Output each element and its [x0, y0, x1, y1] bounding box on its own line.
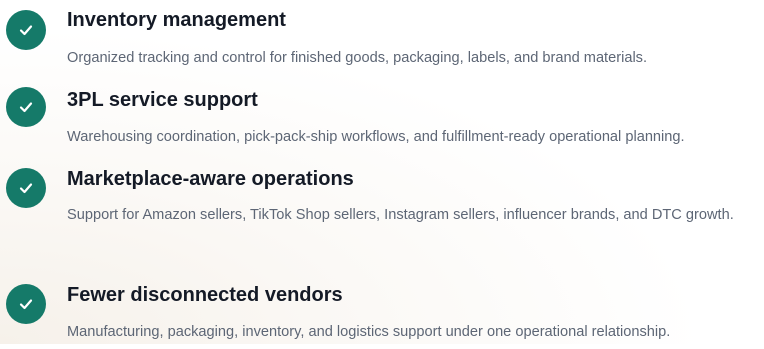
check-icon	[6, 87, 46, 127]
feature-list: Inventory management Organized tracking …	[0, 0, 764, 344]
feature-title: Marketplace-aware operations	[67, 168, 354, 190]
check-icon	[6, 284, 46, 324]
feature-description: Warehousing coordination, pick-pack-ship…	[67, 129, 685, 145]
feature-description: Organized tracking and control for finis…	[67, 50, 648, 66]
check-icon	[6, 168, 46, 208]
feature-title: 3PL service support	[67, 89, 258, 111]
feature-description: Support for Amazon sellers, TikTok Shop …	[67, 207, 734, 223]
feature-title: Fewer disconnected vendors	[67, 284, 343, 306]
check-icon	[6, 10, 46, 50]
feature-title: Inventory management	[67, 9, 286, 31]
